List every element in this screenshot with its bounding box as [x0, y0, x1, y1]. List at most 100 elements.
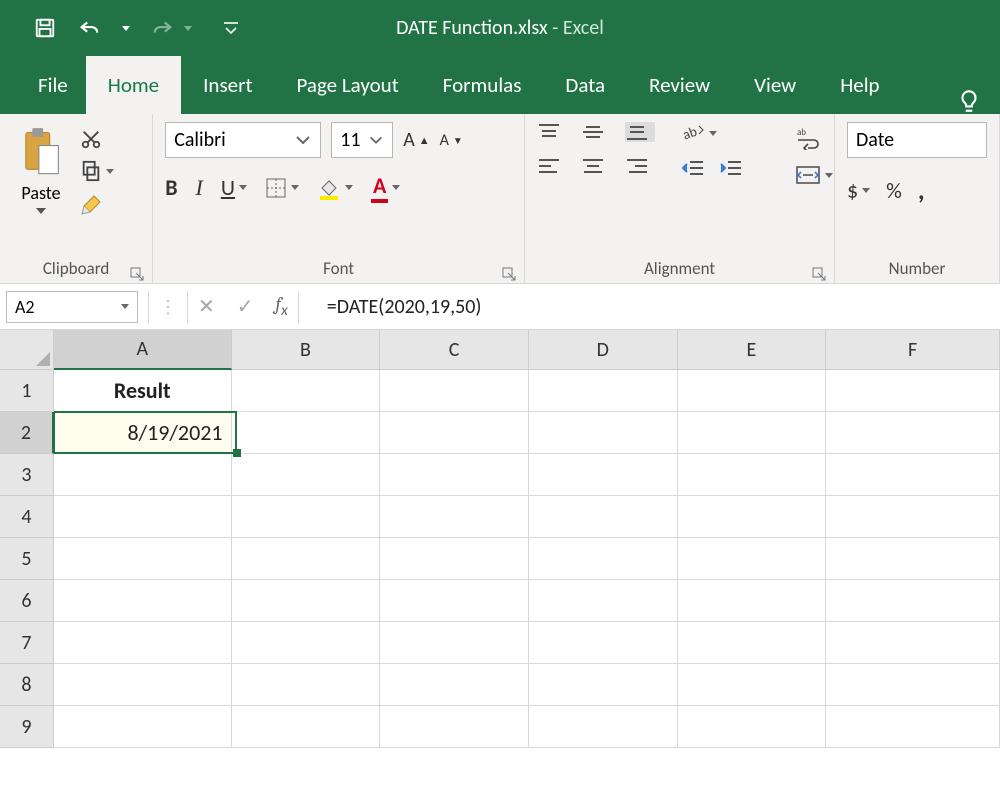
undo-icon[interactable]: [78, 17, 100, 39]
font-name-combo[interactable]: Calibri: [165, 122, 321, 158]
underline-dropdown-icon[interactable]: [239, 185, 247, 190]
format-painter-icon[interactable]: [80, 192, 114, 216]
cell-A5[interactable]: [54, 538, 232, 580]
row-header-6[interactable]: 6: [0, 580, 54, 622]
font-color-button[interactable]: A: [371, 172, 400, 203]
cell-A1[interactable]: Result: [54, 370, 232, 412]
alignment-launcher-icon[interactable]: [812, 267, 826, 281]
tab-formulas[interactable]: Formulas: [421, 56, 544, 114]
align-center-icon[interactable]: [581, 156, 611, 176]
cell-C7[interactable]: [380, 622, 529, 664]
cell-A3[interactable]: [54, 454, 232, 496]
col-header-F[interactable]: F: [826, 330, 1000, 370]
cell-C2[interactable]: [380, 412, 529, 454]
cell-A2[interactable]: 8/19/2021: [54, 412, 232, 454]
clipboard-launcher-icon[interactable]: [130, 267, 144, 281]
cell-E6[interactable]: [678, 580, 827, 622]
cell-C9[interactable]: [380, 706, 529, 748]
row-header-1[interactable]: 1: [0, 370, 54, 412]
tab-view[interactable]: View: [732, 56, 818, 114]
cell-A8[interactable]: [54, 664, 232, 706]
orientation-dropdown-icon[interactable]: [709, 131, 717, 136]
cell-A6[interactable]: [54, 580, 232, 622]
fill-color-button[interactable]: [317, 176, 353, 200]
tab-page-layout[interactable]: Page Layout: [274, 56, 420, 114]
formula-menu-icon[interactable]: ⋮: [159, 296, 177, 318]
borders-dropdown-icon[interactable]: [291, 185, 299, 190]
cell-F7[interactable]: [826, 622, 1000, 664]
row-header-5[interactable]: 5: [0, 538, 54, 580]
cell-C3[interactable]: [380, 454, 529, 496]
font-launcher-icon[interactable]: [502, 267, 516, 281]
cell-E7[interactable]: [678, 622, 827, 664]
cell-D5[interactable]: [529, 538, 678, 580]
cell-A4[interactable]: [54, 496, 232, 538]
cell-F9[interactable]: [826, 706, 1000, 748]
row-header-9[interactable]: 9: [0, 706, 54, 748]
align-middle-icon[interactable]: [581, 122, 611, 142]
cell-C8[interactable]: [380, 664, 529, 706]
cell-E3[interactable]: [678, 454, 827, 496]
copy-dropdown-icon[interactable]: [106, 169, 114, 174]
cell-B8[interactable]: [232, 664, 381, 706]
fill-dropdown-icon[interactable]: [345, 185, 353, 190]
number-format-combo[interactable]: Date: [847, 122, 987, 158]
wrap-text-icon[interactable]: ab: [795, 126, 833, 150]
align-left-icon[interactable]: [537, 156, 567, 176]
tab-help[interactable]: Help: [818, 56, 901, 114]
merge-dropdown-icon[interactable]: [825, 173, 833, 178]
underline-button[interactable]: U: [221, 174, 247, 201]
row-header-8[interactable]: 8: [0, 664, 54, 706]
cell-D4[interactable]: [529, 496, 678, 538]
percent-button[interactable]: %: [886, 174, 902, 206]
select-all-button[interactable]: [0, 330, 54, 370]
bold-button[interactable]: B: [165, 174, 177, 201]
paste-dropdown-icon[interactable]: [36, 208, 46, 214]
decrease-font-icon[interactable]: A▼: [440, 131, 463, 150]
align-bottom-icon[interactable]: [625, 122, 655, 142]
cell-F6[interactable]: [826, 580, 1000, 622]
tab-review[interactable]: Review: [627, 56, 732, 114]
align-right-icon[interactable]: [625, 156, 655, 176]
col-header-B[interactable]: B: [232, 330, 381, 370]
comma-style-button[interactable]: ,: [918, 174, 925, 206]
increase-font-icon[interactable]: A▲: [403, 128, 429, 152]
cut-icon[interactable]: [80, 128, 114, 150]
copy-icon[interactable]: [80, 160, 114, 182]
formula-input[interactable]: =DATE(2020,19,50): [309, 295, 1000, 319]
cell-B1[interactable]: [232, 370, 381, 412]
cell-F1[interactable]: [826, 370, 1000, 412]
tab-file[interactable]: File: [20, 56, 86, 114]
row-header-7[interactable]: 7: [0, 622, 54, 664]
cell-F8[interactable]: [826, 664, 1000, 706]
paste-button[interactable]: Paste: [12, 122, 70, 218]
font-color-dropdown-icon[interactable]: [392, 185, 400, 190]
qat-customize-icon[interactable]: [220, 17, 242, 39]
decrease-indent-icon[interactable]: [681, 158, 705, 178]
fx-icon[interactable]: fx: [276, 293, 288, 320]
redo-dropdown-icon[interactable]: [184, 26, 192, 31]
cell-D2[interactable]: [529, 412, 678, 454]
cell-F4[interactable]: [826, 496, 1000, 538]
namebox-dropdown-icon[interactable]: [121, 304, 129, 309]
cell-F5[interactable]: [826, 538, 1000, 580]
cell-B7[interactable]: [232, 622, 381, 664]
redo-icon[interactable]: [152, 17, 174, 39]
cell-A9[interactable]: [54, 706, 232, 748]
currency-dropdown-icon[interactable]: [862, 188, 870, 193]
cell-A7[interactable]: [54, 622, 232, 664]
cell-E4[interactable]: [678, 496, 827, 538]
tell-me-icon[interactable]: [956, 88, 982, 114]
cell-F2[interactable]: [826, 412, 1000, 454]
cell-E5[interactable]: [678, 538, 827, 580]
tab-home[interactable]: Home: [86, 56, 181, 114]
cell-B5[interactable]: [232, 538, 381, 580]
cell-B9[interactable]: [232, 706, 381, 748]
increase-indent-icon[interactable]: [719, 158, 743, 178]
row-header-3[interactable]: 3: [0, 454, 54, 496]
cell-B4[interactable]: [232, 496, 381, 538]
merge-center-button[interactable]: [795, 164, 833, 186]
cell-B6[interactable]: [232, 580, 381, 622]
cell-D3[interactable]: [529, 454, 678, 496]
cell-D1[interactable]: [529, 370, 678, 412]
